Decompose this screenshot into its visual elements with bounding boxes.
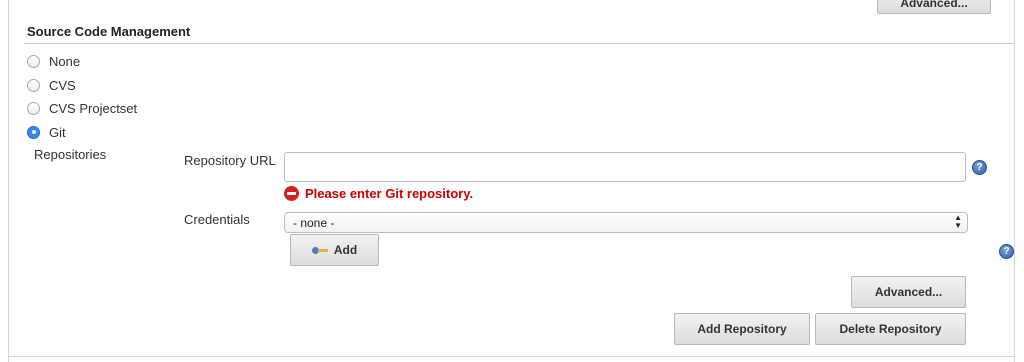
repository-url-label: Repository URL [184,153,276,168]
error-icon [284,186,299,201]
section-title: Source Code Management [27,24,191,39]
add-credentials-label: Add [333,243,358,257]
radio-button[interactable] [27,78,40,92]
panel-bottom-border [8,356,1015,357]
add-repository-button[interactable]: Add Repository [674,313,810,345]
help-icon[interactable]: ? [972,160,987,175]
key-icon [311,245,328,255]
radio-label: None [49,53,81,69]
error-message: Please enter Git repository. [305,186,474,201]
credentials-selected-value: - none - [293,215,335,230]
scm-option-cvs-projectset[interactable]: CVS Projectset [27,99,137,117]
section-divider [24,43,1014,44]
delete-repository-button[interactable]: Delete Repository [815,313,966,345]
top-advanced-button[interactable]: Advanced... [877,0,991,14]
scm-option-cvs[interactable]: CVS [27,76,76,94]
panel-left-border [8,0,9,362]
scm-option-git[interactable]: Git [27,123,66,141]
advanced-button[interactable]: Advanced... [851,276,966,308]
add-credentials-button[interactable]: Add [290,234,379,266]
radio-label: CVS [49,77,76,93]
panel-right-border [1014,0,1015,362]
repository-url-input[interactable] [284,152,966,182]
radio-label: Git [49,124,66,140]
radio-button[interactable] [27,101,40,115]
help-icon[interactable]: ? [999,244,1014,259]
credentials-select[interactable]: - none - ▲ ▼ [284,212,968,233]
radio-button[interactable] [27,54,40,68]
repositories-label: Repositories [34,147,107,162]
credentials-label: Credentials [184,212,250,227]
select-arrows-icon: ▲ ▼ [954,213,962,230]
repository-url-error: Please enter Git repository. [284,186,473,201]
radio-button-selected[interactable] [27,125,40,139]
radio-label: CVS Projectset [49,100,138,116]
scm-option-none[interactable]: None [27,52,80,70]
